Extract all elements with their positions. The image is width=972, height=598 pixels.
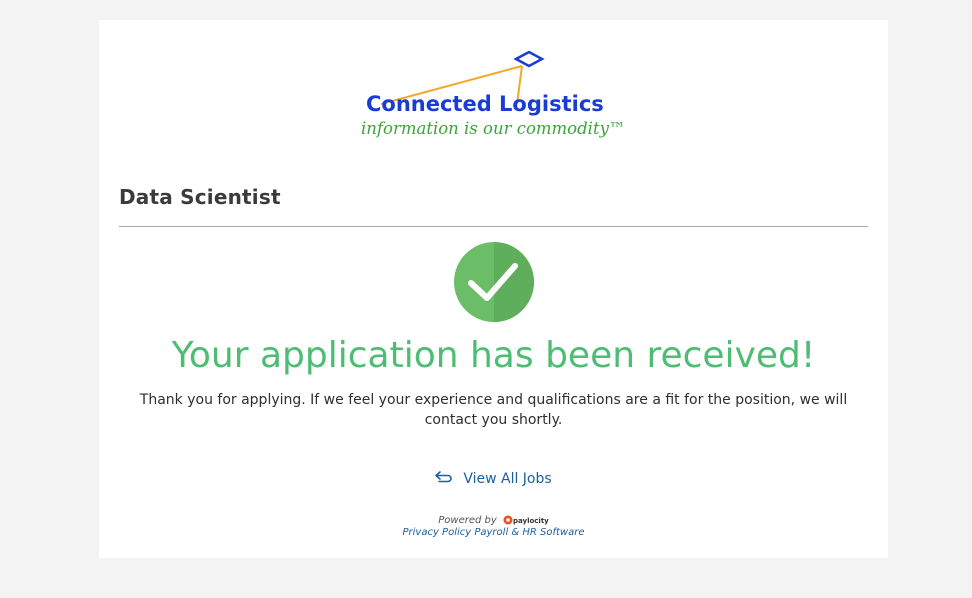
return-arrow-icon (435, 471, 453, 483)
paylocity-brand: paylocity (512, 517, 549, 525)
application-confirmation-card: Connected Logistics information is our c… (99, 20, 888, 558)
paylocity-icon (503, 515, 513, 525)
powered-by-label: Powered by (438, 515, 497, 526)
logo-company-name: Connected Logistics (366, 92, 604, 116)
checkmark-circle-icon (454, 242, 534, 322)
job-title: Data Scientist (119, 185, 281, 209)
footer-links: Privacy Policy Payroll & HR Software (99, 527, 888, 538)
privacy-policy-link[interactable]: Privacy Policy (402, 527, 471, 538)
view-all-jobs-link[interactable]: View All Jobs (99, 470, 888, 487)
logo-tagline: information is our commodity™ (361, 119, 625, 138)
payroll-hr-software-link[interactable]: Payroll & HR Software (474, 527, 584, 538)
confirmation-headline: Your application has been received! (171, 335, 816, 376)
divider (119, 226, 868, 227)
confirmation-message: Thank you for applying. If we feel your … (139, 392, 848, 428)
company-logo: Connected Logistics information is our c… (361, 50, 625, 138)
logo-diamond (513, 50, 545, 68)
view-all-jobs-label: View All Jobs (463, 471, 552, 487)
